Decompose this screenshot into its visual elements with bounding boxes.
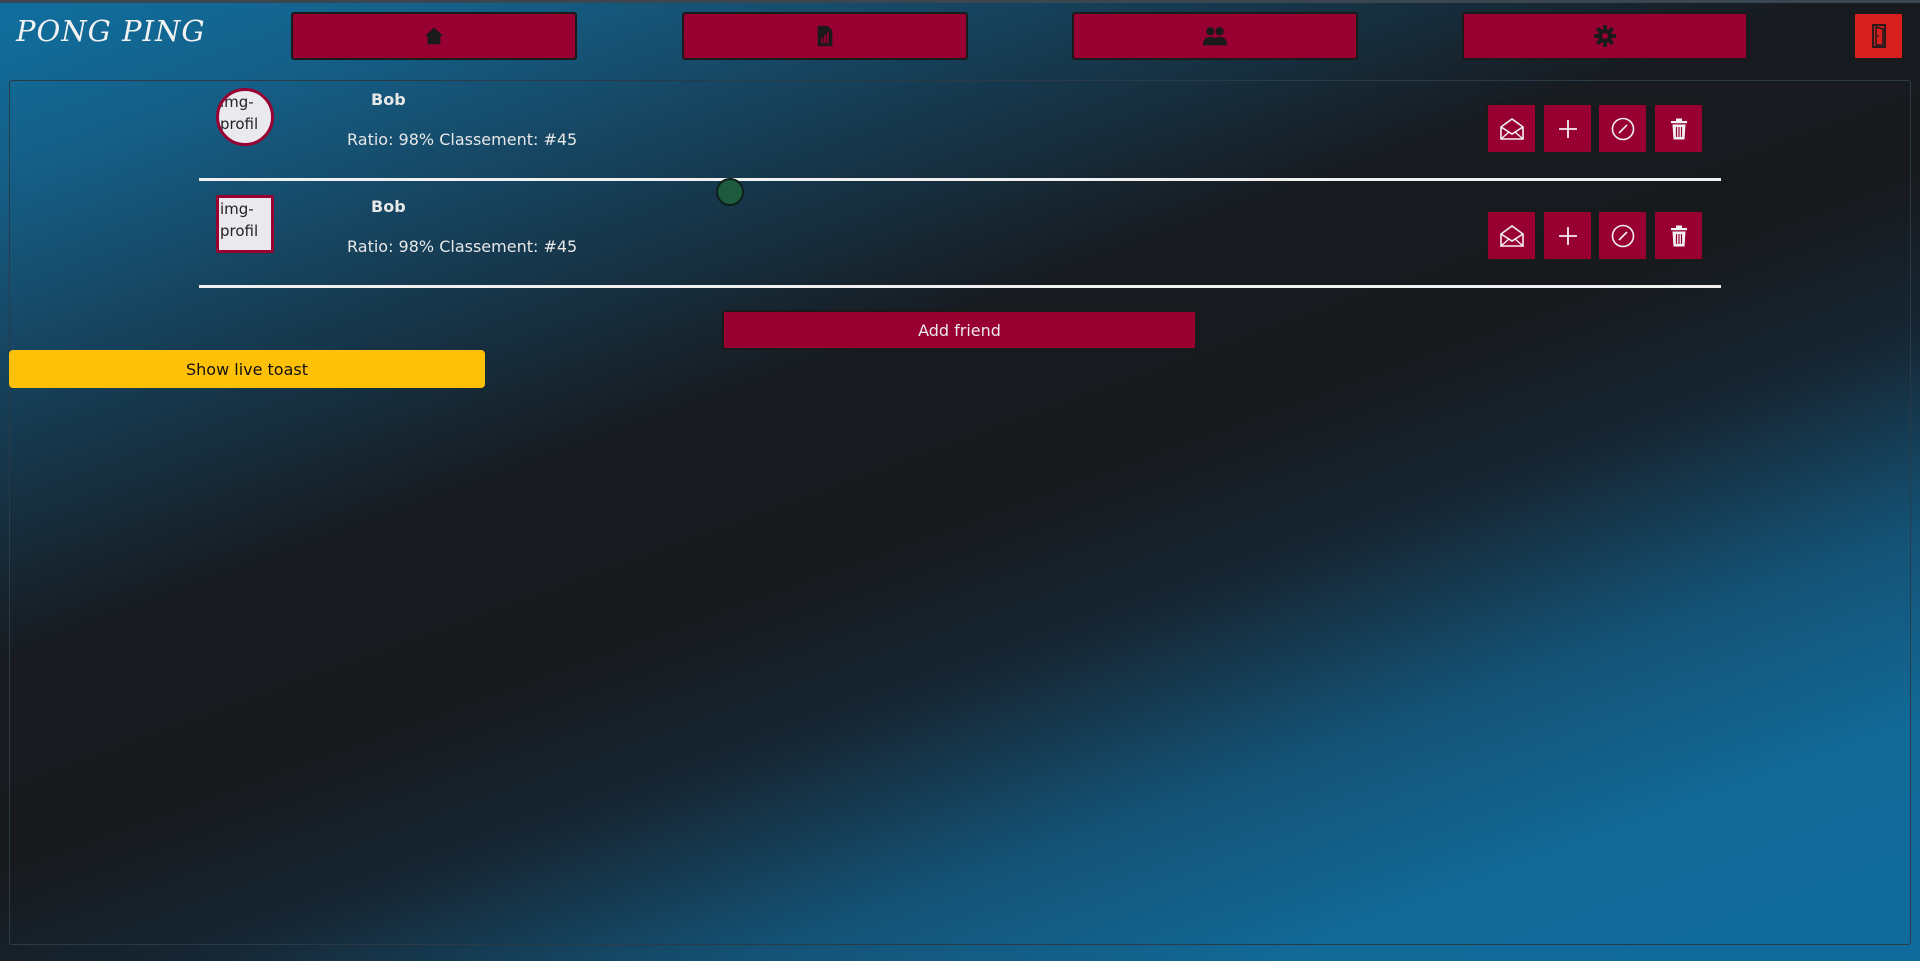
online-status-indicator [716,178,744,206]
friend-name: Bob [371,90,406,109]
app-logo: PONG PING [16,14,206,48]
nav-settings-button[interactable] [1462,12,1748,60]
avatar[interactable]: img-profil [216,195,274,253]
door-icon [1870,24,1888,48]
nav-home-button[interactable] [291,12,577,60]
friends-icon [1202,25,1228,47]
home-icon [423,25,445,47]
plus-icon [1557,225,1579,247]
envelope-icon [1499,117,1525,141]
nav-stats-button[interactable] [682,12,968,60]
envelope-icon [1499,224,1525,248]
delete-button[interactable] [1653,210,1704,261]
friend-row: img-profil Bob Ratio: 98% Classement: #4… [199,183,1721,288]
show-toast-button[interactable]: Show live toast [9,350,485,388]
delete-button[interactable] [1653,103,1704,154]
block-icon [1610,116,1636,142]
row-divider [199,178,1721,181]
trash-icon [1669,224,1689,248]
block-icon [1610,223,1636,249]
gear-icon [1593,24,1617,48]
friend-name: Bob [371,197,406,216]
stats-icon [815,25,835,47]
block-button[interactable] [1597,210,1648,261]
invite-button[interactable] [1542,103,1593,154]
friend-stats: Ratio: 98% Classement: #45 [347,237,578,256]
logout-button[interactable] [1853,12,1904,60]
trash-icon [1669,117,1689,141]
nav-friends-button[interactable] [1072,12,1358,60]
friend-stats: Ratio: 98% Classement: #45 [347,130,578,149]
row-divider [199,285,1721,288]
add-friend-button[interactable]: Add friend [722,310,1197,350]
window-top-strip [0,0,1920,3]
invite-button[interactable] [1542,210,1593,261]
friend-row: img-profil Bob Ratio: 98% Classement: #4… [199,76,1721,181]
message-button[interactable] [1486,210,1537,261]
message-button[interactable] [1486,103,1537,154]
avatar[interactable]: img-profil [216,88,274,146]
block-button[interactable] [1597,103,1648,154]
plus-icon [1557,118,1579,140]
